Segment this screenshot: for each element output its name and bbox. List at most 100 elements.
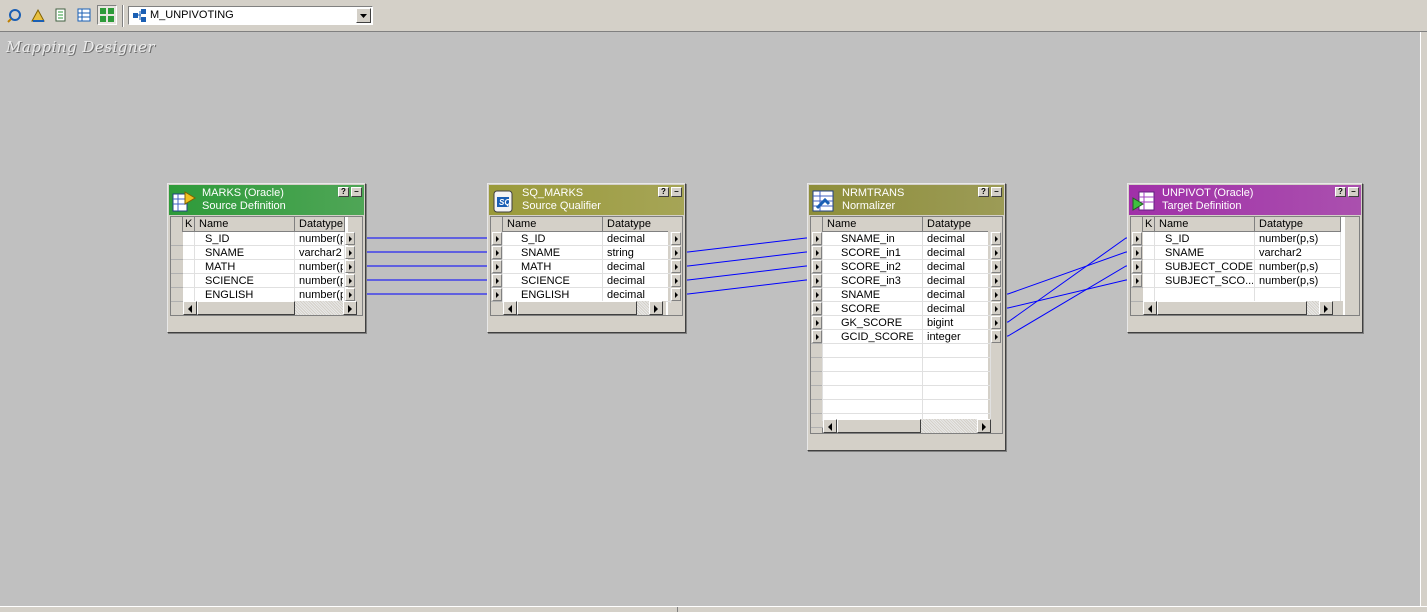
- scroll-right-button[interactable]: [649, 301, 663, 315]
- output-port-handle[interactable]: [671, 274, 681, 287]
- output-port-handle[interactable]: [671, 246, 681, 259]
- scroll-thumb[interactable]: [1157, 301, 1307, 315]
- output-port-handle[interactable]: [345, 288, 355, 301]
- help-button[interactable]: ?: [338, 187, 349, 197]
- scroll-track[interactable]: [921, 419, 977, 433]
- output-port-handle[interactable]: [991, 288, 1001, 301]
- port-name: SNAME_in: [841, 233, 895, 245]
- transformation-header[interactable]: UNPIVOT (Oracle) Target Definition? –: [1129, 185, 1361, 215]
- input-port-handle[interactable]: [492, 260, 502, 273]
- port-name: SNAME: [205, 247, 245, 259]
- horizontal-scrollbar[interactable]: [183, 301, 357, 315]
- scroll-right-button[interactable]: [977, 419, 991, 433]
- port-name: MATH: [521, 261, 552, 273]
- horizontal-scrollbar[interactable]: [823, 419, 991, 433]
- target-definition-icon: [1132, 191, 1155, 211]
- output-port-handle[interactable]: [991, 274, 1001, 287]
- input-port-handle[interactable]: [1132, 260, 1142, 273]
- minimize-button[interactable]: –: [351, 187, 362, 197]
- input-port-handle[interactable]: [812, 330, 822, 343]
- input-port-handle[interactable]: [492, 288, 502, 301]
- column-header-datatype[interactable]: Datatype: [603, 217, 671, 232]
- scroll-right-button[interactable]: [343, 301, 357, 315]
- horizontal-scrollbar[interactable]: [503, 301, 666, 315]
- minimize-button[interactable]: –: [671, 187, 682, 197]
- scroll-track[interactable]: [637, 301, 649, 315]
- column-header-name[interactable]: Name: [1155, 217, 1255, 232]
- column-header-datatype[interactable]: Datatype: [1255, 217, 1341, 232]
- output-port-handle[interactable]: [991, 330, 1001, 343]
- output-port-handle[interactable]: [991, 260, 1001, 273]
- input-port-handle[interactable]: [1132, 232, 1142, 245]
- input-port-handle[interactable]: [812, 246, 822, 259]
- vertical-scroll-area[interactable]: [1345, 217, 1359, 315]
- column-header-datatype[interactable]: Datatype: [923, 217, 991, 232]
- port-datatype: bigint: [927, 317, 954, 329]
- scroll-thumb[interactable]: [837, 419, 921, 433]
- output-port-handle[interactable]: [345, 260, 355, 273]
- transformation-unpivot[interactable]: UNPIVOT (Oracle) Target Definition? – K Name…: [1127, 183, 1363, 333]
- column-header-name[interactable]: Name: [503, 217, 603, 232]
- port-datatype: number(p,s): [1259, 233, 1319, 245]
- port-link[interactable]: [998, 262, 1139, 337]
- input-port-handle[interactable]: [812, 232, 822, 245]
- output-port-handle[interactable]: [991, 232, 1001, 245]
- output-port-handle[interactable]: [991, 302, 1001, 315]
- output-port-handle[interactable]: [991, 246, 1001, 259]
- scroll-track[interactable]: [1307, 301, 1319, 315]
- transformation-marks[interactable]: MARKS (Oracle) Source Definition? – K Name Da…: [167, 183, 366, 333]
- help-button[interactable]: ?: [658, 187, 669, 197]
- column-header-name[interactable]: Name: [195, 217, 295, 232]
- column-header-datatype[interactable]: Datatype: [295, 217, 345, 232]
- port-link[interactable]: [998, 234, 1139, 323]
- scroll-thumb[interactable]: [517, 301, 637, 315]
- scroll-left-button[interactable]: [823, 419, 837, 433]
- horizontal-scrollbar[interactable]: [1143, 301, 1343, 315]
- input-port-handle[interactable]: [812, 316, 822, 329]
- scroll-left-button[interactable]: [183, 301, 197, 315]
- input-port-handle[interactable]: [1132, 246, 1142, 259]
- input-port-handle[interactable]: [1132, 274, 1142, 287]
- output-port-handle[interactable]: [345, 246, 355, 259]
- input-port-handle[interactable]: [812, 302, 822, 315]
- minimize-button[interactable]: –: [991, 187, 1002, 197]
- port-name: SNAME: [841, 289, 881, 301]
- scroll-track[interactable]: [295, 301, 343, 315]
- transformation-sq_marks[interactable]: SQ SQ_MARKS Source Qualifier? – Name Datatype…: [487, 183, 686, 333]
- input-port-handle[interactable]: [812, 288, 822, 301]
- column-header-key[interactable]: K: [1143, 217, 1155, 232]
- input-port-handle[interactable]: [812, 274, 822, 287]
- help-button[interactable]: ?: [1335, 187, 1346, 197]
- port-link[interactable]: [678, 276, 819, 295]
- input-port-handle[interactable]: [492, 274, 502, 287]
- output-port-handle[interactable]: [671, 288, 681, 301]
- port-link[interactable]: [678, 262, 819, 281]
- port-link[interactable]: [678, 248, 819, 267]
- scroll-thumb[interactable]: [197, 301, 295, 315]
- port-link[interactable]: [998, 276, 1139, 309]
- scroll-right-button[interactable]: [1319, 301, 1333, 315]
- output-port-handle[interactable]: [671, 232, 681, 245]
- normalizer-icon: [812, 190, 834, 212]
- transformation-type: Normalizer: [842, 200, 896, 212]
- scroll-left-button[interactable]: [503, 301, 517, 315]
- transformation-header[interactable]: NRMTRANS Normalizer? –: [809, 185, 1004, 215]
- port-link[interactable]: [998, 248, 1139, 295]
- transformation-header[interactable]: SQ SQ_MARKS Source Qualifier? –: [489, 185, 684, 215]
- input-port-handle[interactable]: [492, 232, 502, 245]
- output-port-handle[interactable]: [345, 274, 355, 287]
- port-name: SCIENCE: [521, 275, 570, 287]
- port-link[interactable]: [678, 234, 819, 253]
- transformation-header[interactable]: MARKS (Oracle) Source Definition? –: [169, 185, 364, 215]
- scroll-left-button[interactable]: [1143, 301, 1157, 315]
- input-port-handle[interactable]: [812, 260, 822, 273]
- output-port-handle[interactable]: [345, 232, 355, 245]
- output-port-handle[interactable]: [991, 316, 1001, 329]
- help-button[interactable]: ?: [978, 187, 989, 197]
- output-port-handle[interactable]: [671, 260, 681, 273]
- transformation-nrmtrans[interactable]: NRMTRANS Normalizer? – Name Datatype SNAME_in…: [807, 183, 1006, 451]
- column-header-name[interactable]: Name: [823, 217, 923, 232]
- minimize-button[interactable]: –: [1348, 187, 1359, 197]
- input-port-handle[interactable]: [492, 246, 502, 259]
- column-header-key[interactable]: K: [183, 217, 195, 232]
